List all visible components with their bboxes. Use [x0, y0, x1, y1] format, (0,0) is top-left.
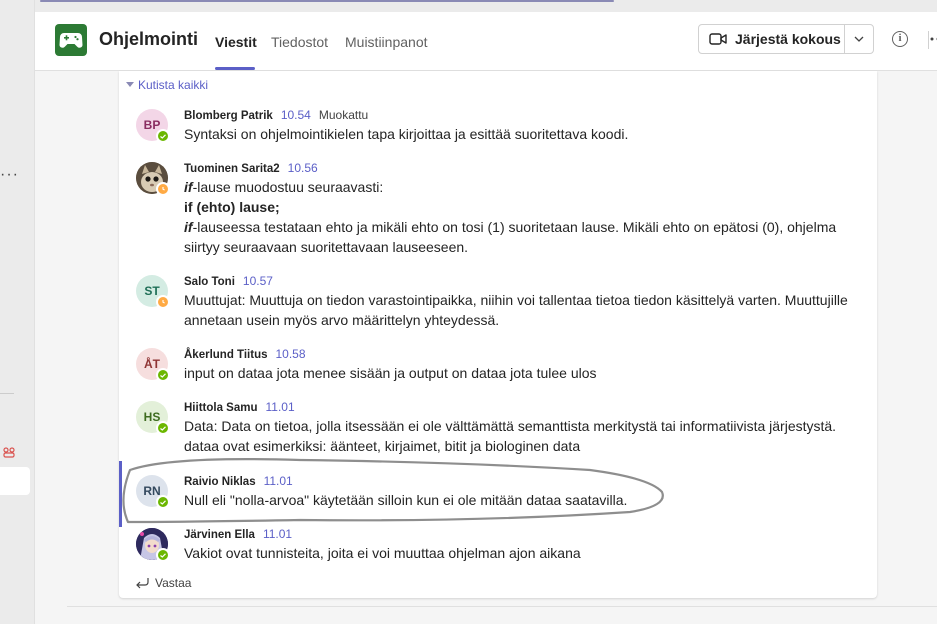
- avatar[interactable]: [136, 528, 170, 562]
- message-body: input on dataa jota menee sisään ja outp…: [184, 363, 864, 383]
- avatar[interactable]: ÅT: [136, 348, 170, 382]
- more-icon[interactable]: [930, 24, 937, 54]
- timestamp: 10.58: [275, 347, 306, 361]
- author-name[interactable]: Åkerlund Tiitus: [184, 349, 268, 361]
- message-text: Syntaksi on ohjelmointikielen tapa kirjo…: [184, 126, 629, 142]
- message-meta: Åkerlund Tiitus 10.58: [184, 347, 306, 361]
- timestamp: 11.01: [262, 527, 293, 541]
- meet-label: Järjestä kokous: [735, 31, 841, 47]
- timestamp: 10.57: [242, 274, 273, 288]
- reply-button[interactable]: Vastaa: [135, 576, 191, 590]
- message-line-1: if-lause muodostuu seuraavasti:: [184, 177, 864, 197]
- channel-header: Ohjelmointi Viestit Tiedostot Muistiinpa…: [35, 12, 937, 71]
- message-body: Null eli "nolla-arvoa" käytetään silloin…: [184, 490, 864, 510]
- chevron-down-icon: [854, 36, 864, 42]
- presence-available-icon: [156, 368, 170, 382]
- message-body: Syntaksi on ohjelmointikielen tapa kirjo…: [184, 124, 864, 144]
- message-body: if-lause muodostuu seuraavasti: if (ehto…: [184, 177, 864, 257]
- message-meta: Raivio Niklas 11.01: [184, 474, 293, 488]
- reply-label: Vastaa: [155, 576, 192, 590]
- message-text: input on dataa jota menee sisään ja outp…: [184, 365, 597, 381]
- avatar[interactable]: [136, 162, 170, 196]
- author-name[interactable]: Salo Toni: [184, 276, 235, 288]
- author-name[interactable]: Hiittola Samu: [184, 402, 257, 414]
- presence-available-icon: [156, 129, 170, 143]
- left-rail: ···: [0, 0, 35, 624]
- caret-down-icon: [126, 82, 134, 87]
- timestamp: 11.01: [265, 400, 295, 414]
- message-line-1: Data: Data on tietoa, jolla itsessään ei…: [184, 418, 837, 434]
- collapse-all-label: Kutista kaikki: [138, 78, 209, 92]
- collapse-all-button[interactable]: Kutista kaikki: [126, 78, 208, 92]
- author-name[interactable]: Raivio Niklas: [184, 476, 256, 488]
- avatar[interactable]: ST: [136, 275, 170, 309]
- presence-away-icon: [156, 182, 170, 196]
- message-meta: Tuominen Sarita2 10.56: [184, 161, 318, 175]
- edited-label: Muokattu: [318, 108, 369, 122]
- message-meta: Salo Toni 10.57: [184, 274, 273, 288]
- header-divider: [928, 31, 929, 49]
- line-text: -lause muodostuu seuraavasti:: [192, 179, 384, 195]
- gamepad-icon: [55, 24, 87, 56]
- tab-notes[interactable]: Muistiinpanot: [345, 34, 428, 50]
- author-name[interactable]: Tuominen Sarita2: [184, 163, 280, 175]
- message-body: Vakiot ovat tunnisteita, joita ei voi mu…: [184, 543, 864, 563]
- message-line-2: if (ehto) lause;: [184, 197, 864, 217]
- keyword-if: if: [184, 219, 193, 235]
- message-line-2: dataa ovat esimerkiksi: äänteet, kirjaim…: [184, 438, 581, 454]
- rail-divider: [0, 393, 14, 394]
- timestamp: 10.56: [287, 161, 318, 175]
- tab-posts[interactable]: Viestit: [215, 34, 257, 50]
- schedule-meeting-button[interactable]: Järjestä kokous: [699, 25, 844, 53]
- more-options-icon[interactable]: ···: [0, 166, 19, 184]
- presence-available-icon: [156, 548, 170, 562]
- message-meta: Blomberg Patrik 10.54 Muokattu: [184, 108, 368, 122]
- line-text: -lauseessa testataan ehto ja mikäli ehto…: [184, 219, 837, 255]
- meet-button-group: Järjestä kokous: [698, 24, 874, 54]
- message-line-3: if-lauseessa testataan ehto ja mikäli eh…: [184, 217, 864, 257]
- team-icon[interactable]: [2, 445, 16, 459]
- avatar[interactable]: RN: [136, 475, 170, 509]
- presence-away-icon: [156, 295, 170, 309]
- composer-divider: [67, 606, 937, 607]
- search-bar-edge[interactable]: [40, 0, 614, 2]
- message-text: Vakiot ovat tunnisteita, joita ei voi mu…: [184, 545, 581, 561]
- meet-options-button[interactable]: [845, 25, 873, 53]
- author-name[interactable]: Blomberg Patrik: [184, 110, 273, 122]
- author-name[interactable]: Järvinen Ella: [184, 529, 255, 541]
- code-line: if (ehto) lause;: [184, 199, 280, 215]
- message-text: Null eli "nolla-arvoa" käytetään silloin…: [184, 492, 628, 508]
- video-camera-icon: [709, 33, 727, 45]
- presence-available-icon: [156, 495, 170, 509]
- presence-available-icon: [156, 421, 170, 435]
- info-icon[interactable]: i: [892, 31, 908, 47]
- message-meta: Järvinen Ella 11.01: [184, 527, 292, 541]
- avatar[interactable]: HS: [136, 401, 170, 435]
- thread-card: Kutista kaikki BP Blomberg Patrik 10.54 Mu…: [119, 71, 877, 598]
- active-tab-indicator: [215, 67, 255, 70]
- selected-message-indicator: [119, 461, 122, 527]
- rail-selected-item[interactable]: [0, 467, 30, 495]
- window-top-strip: [0, 0, 937, 12]
- avatar[interactable]: BP: [136, 109, 170, 143]
- message-body: Muuttujat: Muuttuja on tiedon varastoint…: [184, 290, 864, 330]
- message-text: Muuttujat: Muuttuja on tiedon varastoint…: [184, 292, 848, 328]
- message-body: Data: Data on tietoa, jolla itsessään ei…: [184, 416, 864, 456]
- message-meta: Hiittola Samu 11.01: [184, 400, 295, 414]
- keyword-if: if: [184, 179, 193, 195]
- reply-arrow-icon: [136, 578, 149, 589]
- timestamp: 10.54: [280, 108, 311, 122]
- team-name: Ohjelmointi: [99, 29, 198, 49]
- tab-files[interactable]: Tiedostot: [271, 34, 328, 50]
- timestamp: 11.01: [263, 474, 293, 488]
